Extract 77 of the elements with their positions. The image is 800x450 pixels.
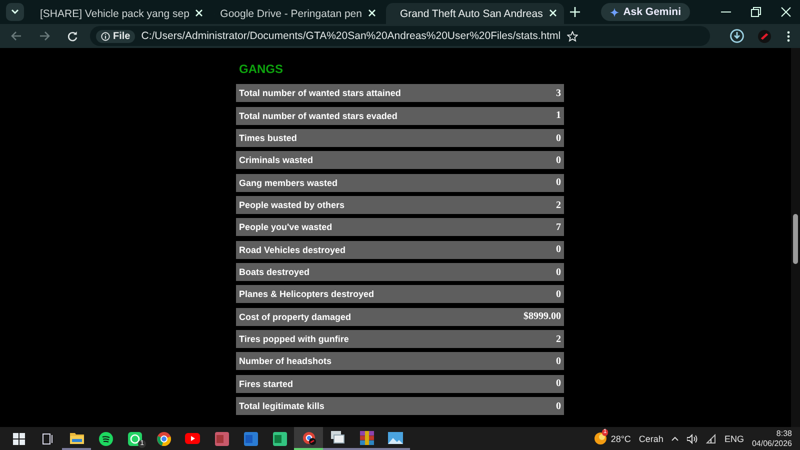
- wifi-icon[interactable]: [706, 434, 716, 444]
- stat-label: People wasted by others: [239, 200, 345, 210]
- gemini-button[interactable]: Ask Gemini: [601, 3, 690, 21]
- stat-label: Total legitimate kills: [239, 401, 324, 412]
- sparkle-icon: [610, 8, 620, 16]
- browser-tab[interactable]: [SHARE] Vehicle pack yang sep: [26, 3, 204, 24]
- taskbar-app-button[interactable]: [294, 427, 323, 450]
- clock-date[interactable]: 04/06/2026: [752, 438, 792, 448]
- stat-value: 0: [556, 400, 561, 412]
- menu-icon[interactable]: [787, 30, 790, 42]
- forward-arrow-icon: [38, 31, 50, 41]
- plus-icon: [570, 6, 580, 16]
- star-icon[interactable]: [566, 30, 578, 42]
- extension-icon[interactable]: [758, 30, 771, 42]
- clock-time[interactable]: 8:38: [776, 428, 792, 438]
- chevron-up-icon[interactable]: [671, 436, 680, 441]
- stat-value: 7: [556, 222, 561, 233]
- url-text: C:/Users/Administrator/Documents/GTA%20San%20Andreas%20User%20Files/stats.html: [141, 30, 561, 42]
- stat-value: 3: [556, 88, 561, 99]
- stat-value: 0: [556, 378, 561, 390]
- browser-tab[interactable]: Google Drive - Peringatan pen: [206, 3, 384, 24]
- restore-icon: [751, 7, 761, 17]
- minimize-icon: [721, 11, 731, 13]
- sun-icon: [594, 432, 607, 445]
- back-arrow-icon: [10, 31, 22, 41]
- database-app-icon: [214, 432, 228, 446]
- close-icon: [781, 7, 791, 17]
- chat-app-icon: [128, 432, 142, 446]
- language-indicator[interactable]: ENG: [724, 434, 744, 444]
- task-view-icon: [42, 432, 54, 444]
- scrollbar-thumb[interactable]: [793, 214, 798, 264]
- photos-app-icon: [388, 432, 403, 444]
- stat-label: Total number of wanted stars attained: [239, 88, 401, 98]
- site-info-chip[interactable]: File: [96, 30, 136, 42]
- browser-tab[interactable]: Grand Theft Auto San Andreas: [386, 3, 564, 24]
- remote-desktop-icon: [330, 431, 345, 444]
- stat-label: Boats destroyed: [239, 267, 310, 278]
- browser-icon: [302, 430, 316, 444]
- scrollbar[interactable]: [791, 48, 800, 427]
- address-bar[interactable]: File C:/Users/Administrator/Documents/GTA%20San%20Andreas%20User%20Files/stats.html: [90, 26, 710, 46]
- stat-value: 2: [556, 200, 561, 211]
- stat-label: Planes & Helicopters destroyed: [239, 289, 374, 300]
- stat-value: 0: [556, 244, 561, 256]
- music-app-icon: [98, 432, 112, 446]
- stat-value: 2: [556, 334, 561, 345]
- stat-label: Road Vehicles destroyed: [239, 244, 346, 255]
- stat-label: Times busted: [239, 133, 297, 144]
- stat-value: 0: [556, 177, 561, 188]
- stat-label: Criminals wasted: [239, 155, 314, 166]
- stat-value: 0: [556, 266, 561, 278]
- document-app-icon: [244, 432, 258, 446]
- stat-label: Gang members wasted: [239, 178, 338, 188]
- stat-value: 0: [556, 288, 561, 300]
- stat-label: Total number of wanted stars evaded: [239, 110, 398, 121]
- reload-icon: [66, 30, 78, 42]
- browser-icon: [156, 432, 170, 446]
- video-player-icon: [185, 433, 200, 444]
- folder-icon: [70, 432, 84, 444]
- info-icon: [101, 32, 110, 40]
- stat-label: Number of headshots: [239, 356, 332, 366]
- stat-value: 0: [556, 154, 561, 166]
- stat-value: 1: [556, 110, 561, 122]
- stat-value: $8999.00: [524, 311, 561, 322]
- stat-value: 0: [556, 356, 561, 367]
- stat-value: 0: [556, 132, 561, 144]
- stat-label: Tires popped with gunfire: [239, 334, 349, 344]
- windows-logo-icon: [12, 432, 24, 444]
- stat-label: People you've wasted: [239, 222, 332, 232]
- speaker-icon[interactable]: [687, 434, 698, 444]
- archive-app-icon: [360, 430, 374, 444]
- chevron-down-icon: [11, 9, 19, 15]
- tab-search-button[interactable]: [6, 3, 24, 21]
- stat-label: Fires started: [239, 378, 294, 389]
- spreadsheet-app-icon: [272, 432, 286, 446]
- download-icon[interactable]: [730, 29, 744, 43]
- section-heading: GANGS: [239, 62, 284, 76]
- stat-label: Cost of property damaged: [239, 312, 352, 322]
